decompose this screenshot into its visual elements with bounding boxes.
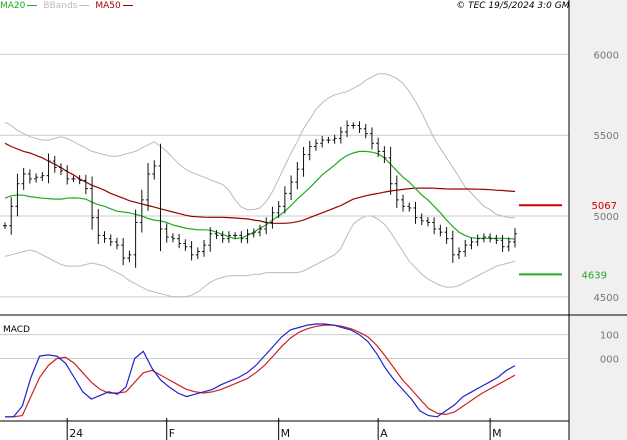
ohlc-bar	[513, 228, 517, 248]
ohlc-bar	[258, 224, 262, 237]
macd-line	[5, 323, 516, 418]
y-tick-label: 4500	[594, 293, 619, 304]
ohlc-bar	[289, 175, 294, 201]
ohlc-bar	[301, 147, 306, 177]
ohlc-bar	[320, 135, 325, 148]
ohlc-bar	[164, 223, 169, 243]
ohlc-bar	[450, 230, 455, 263]
ohlc-bar	[158, 143, 163, 252]
ohlc-bar	[369, 127, 374, 150]
bband-upper-line	[4, 73, 515, 219]
ohlc-bar	[295, 162, 300, 190]
ohlc-bar	[382, 146, 387, 164]
ohlc-bar	[121, 238, 126, 266]
ohlc-bar	[401, 194, 406, 212]
y-tick-label: 6000	[594, 50, 619, 61]
resistance-level-label: 5067	[592, 201, 617, 212]
ohlc-bar	[351, 122, 356, 129]
ohlc-bar	[83, 174, 88, 195]
x-tick-label: 24	[69, 427, 83, 440]
ohlc-bar	[46, 153, 51, 184]
ohlc-bar	[345, 120, 350, 138]
macd-y-tick-label: 000	[600, 354, 619, 365]
ohlc-bar	[413, 201, 418, 224]
ohlc-bar	[419, 213, 424, 226]
macd-title: MACD	[3, 325, 30, 335]
ohlc-bar	[425, 217, 430, 227]
ohlc-bar	[363, 124, 368, 139]
ohlc-bar	[65, 165, 70, 185]
ohlc-bar	[21, 167, 26, 190]
macd-signal-line	[5, 324, 516, 418]
ohlc-bar	[457, 247, 462, 260]
ohlc-bar	[326, 136, 331, 144]
x-tick-label: M	[492, 427, 502, 440]
ohlc-bar	[220, 231, 225, 243]
price-chart: 4500 5000 5500 6000 000 100 5067 4639 MACD 24 F M A M	[0, 0, 627, 440]
ohlc-bar	[27, 169, 32, 184]
ohlc-bar	[189, 241, 194, 261]
ohlc-bar	[357, 121, 362, 133]
ohlc-bar	[3, 222, 7, 229]
x-tick-label: F	[169, 427, 175, 440]
ohlc-bar	[313, 139, 318, 151]
ohlc-bar	[40, 171, 45, 181]
ohlc-bar	[407, 202, 412, 212]
ohlc-bar	[494, 234, 499, 244]
x-tick-label: A	[380, 427, 388, 440]
ohlc-bar	[432, 217, 437, 235]
ohlc-bar	[332, 134, 337, 144]
ohlc-bar	[469, 237, 474, 250]
ohlc-bar	[444, 227, 449, 244]
macd-y-tick-label: 100	[600, 331, 619, 342]
ohlc-bar	[183, 239, 188, 251]
ohlc-bar	[114, 237, 119, 250]
ohlc-bar	[139, 189, 144, 233]
y-tick-label: 5500	[594, 131, 619, 142]
ohlc-bar	[270, 206, 275, 229]
ohlc-bar	[96, 209, 101, 244]
ohlc-bar	[202, 239, 207, 257]
ohlc-bar	[195, 247, 200, 260]
y-tick-label: 5000	[594, 212, 619, 223]
ohlc-bar	[152, 160, 157, 180]
ohlc-bar	[146, 163, 151, 211]
support-level-label: 4639	[582, 270, 607, 281]
ohlc-bar	[438, 224, 443, 237]
ohlc-bar	[500, 235, 505, 252]
x-tick-label: M	[281, 427, 291, 440]
ohlc-bar	[108, 234, 113, 247]
ohlc-bar	[388, 146, 393, 195]
ohlc-bar	[102, 231, 107, 243]
ohlc-bars	[3, 120, 517, 268]
ohlc-bar	[58, 163, 63, 175]
ohlc-bar	[463, 239, 468, 257]
ohlc-bar	[34, 173, 39, 183]
ohlc-bar	[170, 233, 175, 243]
ohlc-bar	[177, 233, 182, 249]
ohlc-bar	[475, 234, 480, 247]
ohlc-bar	[133, 209, 138, 268]
ohlc-bar	[307, 140, 312, 161]
ohlc-bar	[127, 250, 132, 263]
ohlc-bar	[71, 175, 76, 183]
ohlc-bar	[52, 155, 57, 173]
ohlc-bar	[394, 175, 399, 208]
